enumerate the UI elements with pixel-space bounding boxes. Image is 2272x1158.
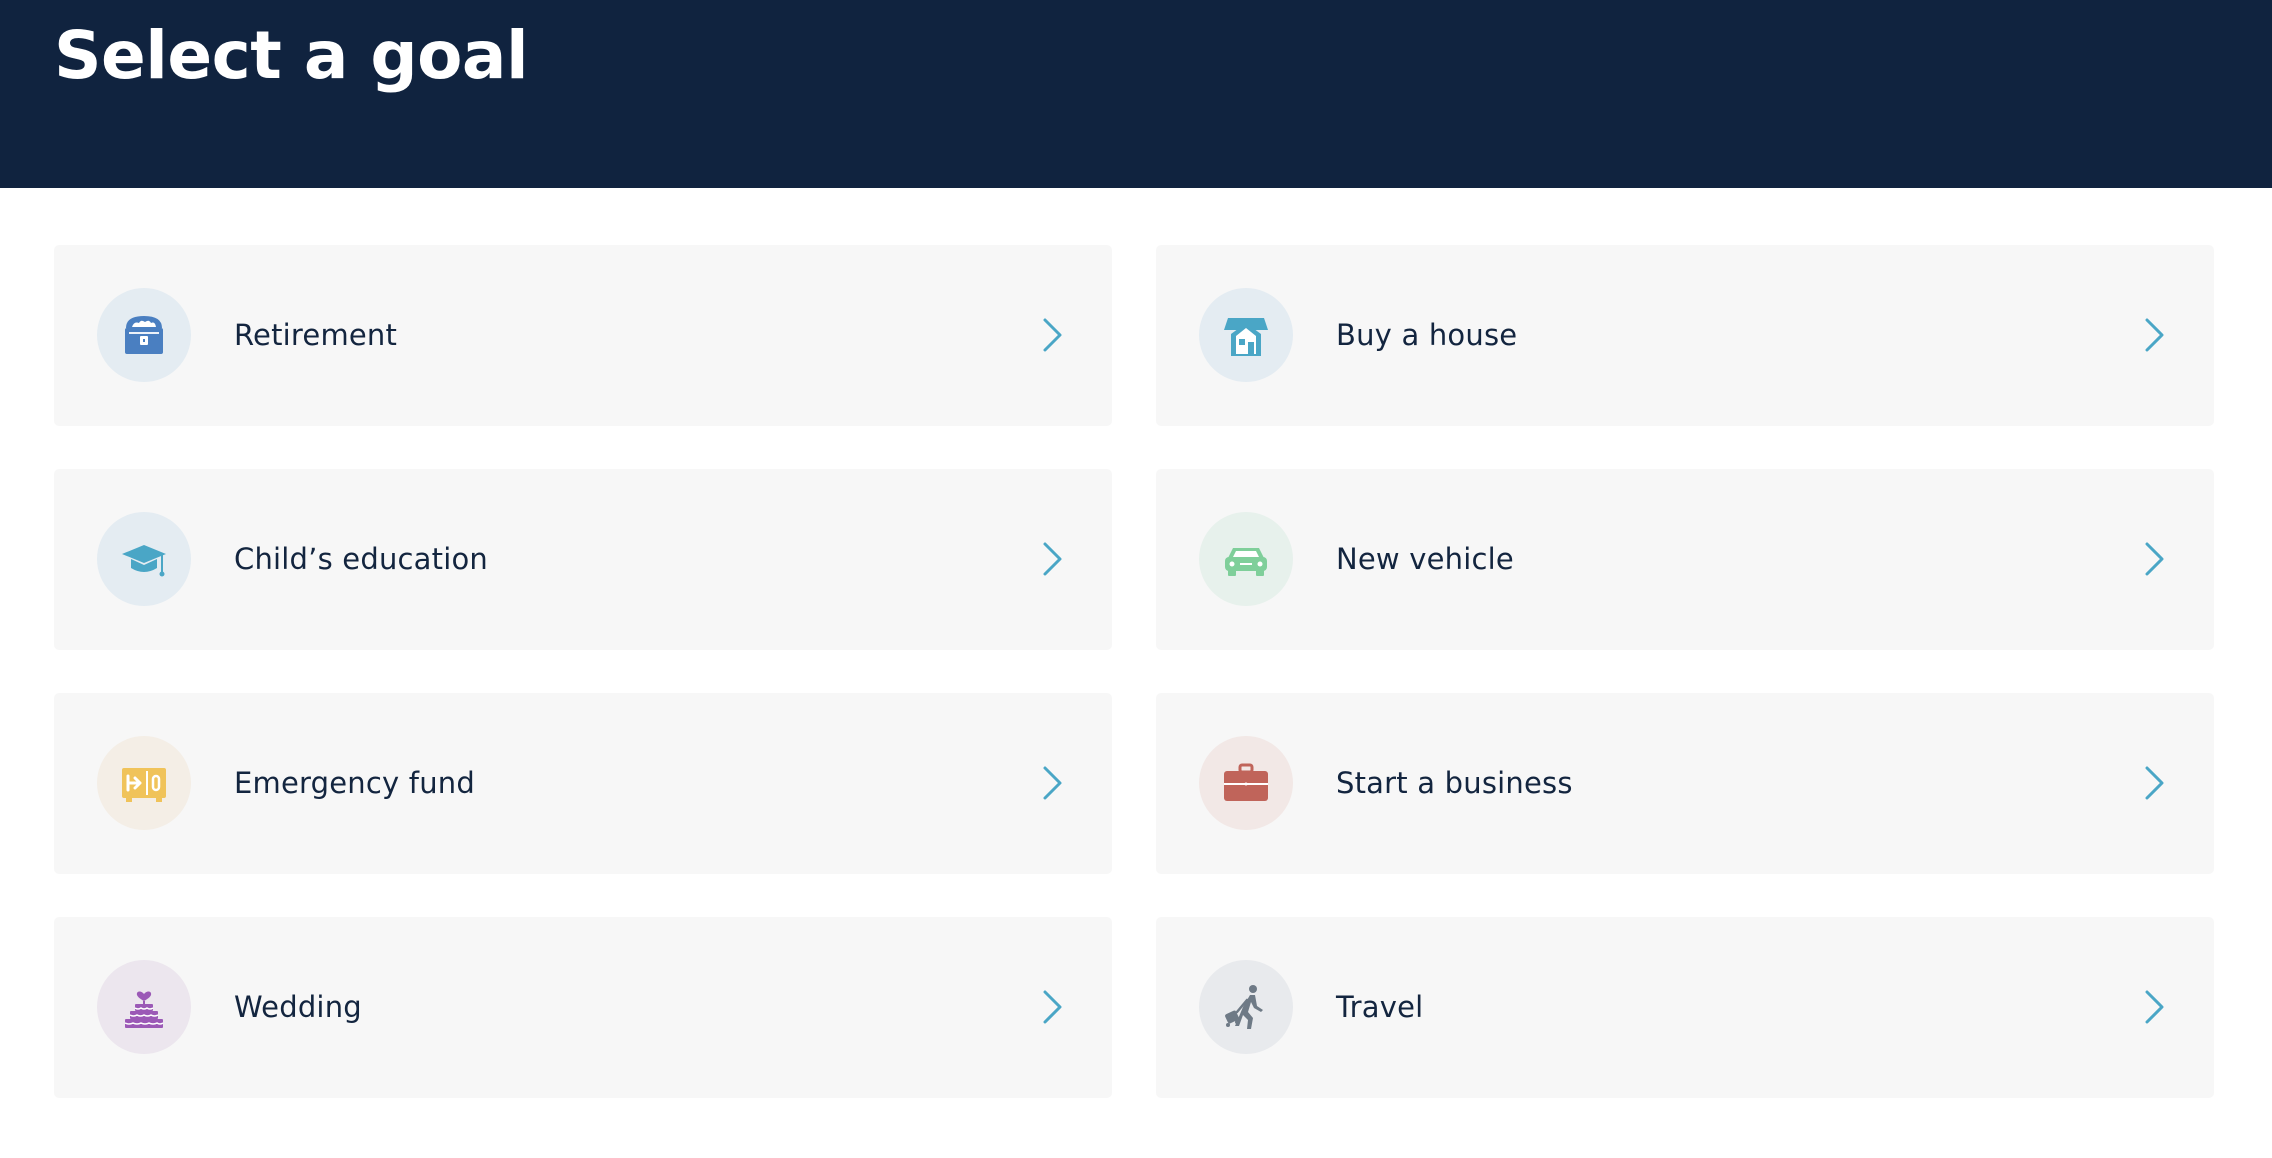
goal-icon-circle (1199, 512, 1293, 606)
goal-card-retirement[interactable]: Retirement (54, 245, 1112, 426)
goal-icon-circle (97, 960, 191, 1054)
chevron-right-icon (1042, 989, 1064, 1025)
traveler-icon (1225, 985, 1263, 1029)
goal-label: New vehicle (1336, 542, 1514, 576)
goal-card-emergency-fund[interactable]: Emergency fund (54, 693, 1112, 874)
goal-label: Wedding (234, 990, 362, 1024)
briefcase-icon (1224, 763, 1268, 801)
chevron-right-icon (1042, 317, 1064, 353)
goal-icon-circle (1199, 960, 1293, 1054)
goal-label: Travel (1336, 990, 1424, 1024)
goal-icon-circle (97, 736, 191, 830)
goal-icon-circle (97, 512, 191, 606)
chevron-right-icon (1042, 765, 1064, 801)
car-icon (1225, 548, 1267, 576)
goal-card-start-a-business[interactable]: Start a business (1156, 693, 2214, 874)
goal-icon-circle (1199, 288, 1293, 382)
chevron-right-icon (1042, 541, 1064, 577)
chevron-right-icon (2144, 765, 2166, 801)
treasure-chest-icon (125, 316, 163, 354)
goal-card-buy-a-house[interactable]: Buy a house (1156, 245, 2214, 426)
chevron-right-icon (2144, 989, 2166, 1025)
chevron-right-icon (2144, 317, 2166, 353)
goal-icon-circle (1199, 736, 1293, 830)
wedding-cake-icon (124, 991, 164, 1028)
goal-icon-circle (97, 288, 191, 382)
goal-grid: Retirement Buy a house Child’s education… (54, 245, 2214, 1098)
goal-label: Retirement (234, 318, 398, 352)
goal-label: Emergency fund (234, 766, 475, 800)
goal-card-childs-education[interactable]: Child’s education (54, 469, 1112, 650)
safe-icon (122, 768, 166, 802)
goal-card-new-vehicle[interactable]: New vehicle (1156, 469, 2214, 650)
graduation-cap-icon (122, 545, 166, 577)
page-title: Select a goal (54, 17, 529, 94)
goal-card-wedding[interactable]: Wedding (54, 917, 1112, 1098)
goal-label: Start a business (1336, 766, 1573, 800)
goal-label: Buy a house (1336, 318, 1518, 352)
chevron-right-icon (2144, 541, 2166, 577)
goal-label: Child’s education (234, 542, 488, 576)
page-header: Select a goal (0, 0, 2272, 188)
goal-card-travel[interactable]: Travel (1156, 917, 2214, 1098)
house-icon (1224, 318, 1268, 356)
